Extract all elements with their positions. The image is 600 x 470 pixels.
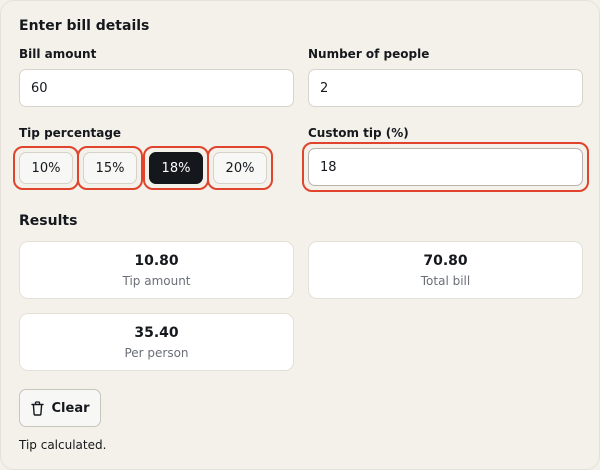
per-person-card: 35.40 Per person xyxy=(19,313,294,371)
custom-tip-input[interactable]: 18 xyxy=(308,148,583,186)
custom-tip-value: 18 xyxy=(320,159,337,175)
tip-amount-value: 10.80 xyxy=(134,252,179,269)
tip-amount-caption: Tip amount xyxy=(122,273,191,288)
clear-button[interactable]: Clear xyxy=(19,389,101,427)
clear-label: Clear xyxy=(51,400,90,416)
total-bill-card: 70.80 Total bill xyxy=(308,241,583,299)
total-bill-caption: Total bill xyxy=(420,273,471,288)
bill-amount-input[interactable]: 60 xyxy=(19,69,294,107)
tip-calculator-panel: Enter bill details Bill amount 60 Number… xyxy=(0,0,600,470)
people-label: Number of people xyxy=(308,47,430,61)
tip-percentage-label: Tip percentage xyxy=(19,126,122,140)
status-message: Tip calculated. xyxy=(19,438,107,452)
tip-10-button[interactable]: 10% xyxy=(19,152,73,184)
custom-tip-label: Custom tip (%) xyxy=(308,126,409,140)
per-person-value: 35.40 xyxy=(134,324,179,341)
tip-15-button[interactable]: 15% xyxy=(83,152,137,184)
tip-amount-card: 10.80 Tip amount xyxy=(19,241,294,299)
total-bill-value: 70.80 xyxy=(423,252,468,269)
tip-18-button[interactable]: 18% xyxy=(149,152,203,184)
people-value: 2 xyxy=(320,80,329,96)
trash-icon xyxy=(30,400,44,416)
per-person-caption: Per person xyxy=(124,345,189,360)
results-heading: Results xyxy=(19,213,78,229)
bill-amount-value: 60 xyxy=(31,80,48,96)
tip-20-button[interactable]: 20% xyxy=(213,152,267,184)
people-input[interactable]: 2 xyxy=(308,69,583,107)
bill-details-heading: Enter bill details xyxy=(19,18,150,34)
bill-amount-label: Bill amount xyxy=(19,47,97,61)
